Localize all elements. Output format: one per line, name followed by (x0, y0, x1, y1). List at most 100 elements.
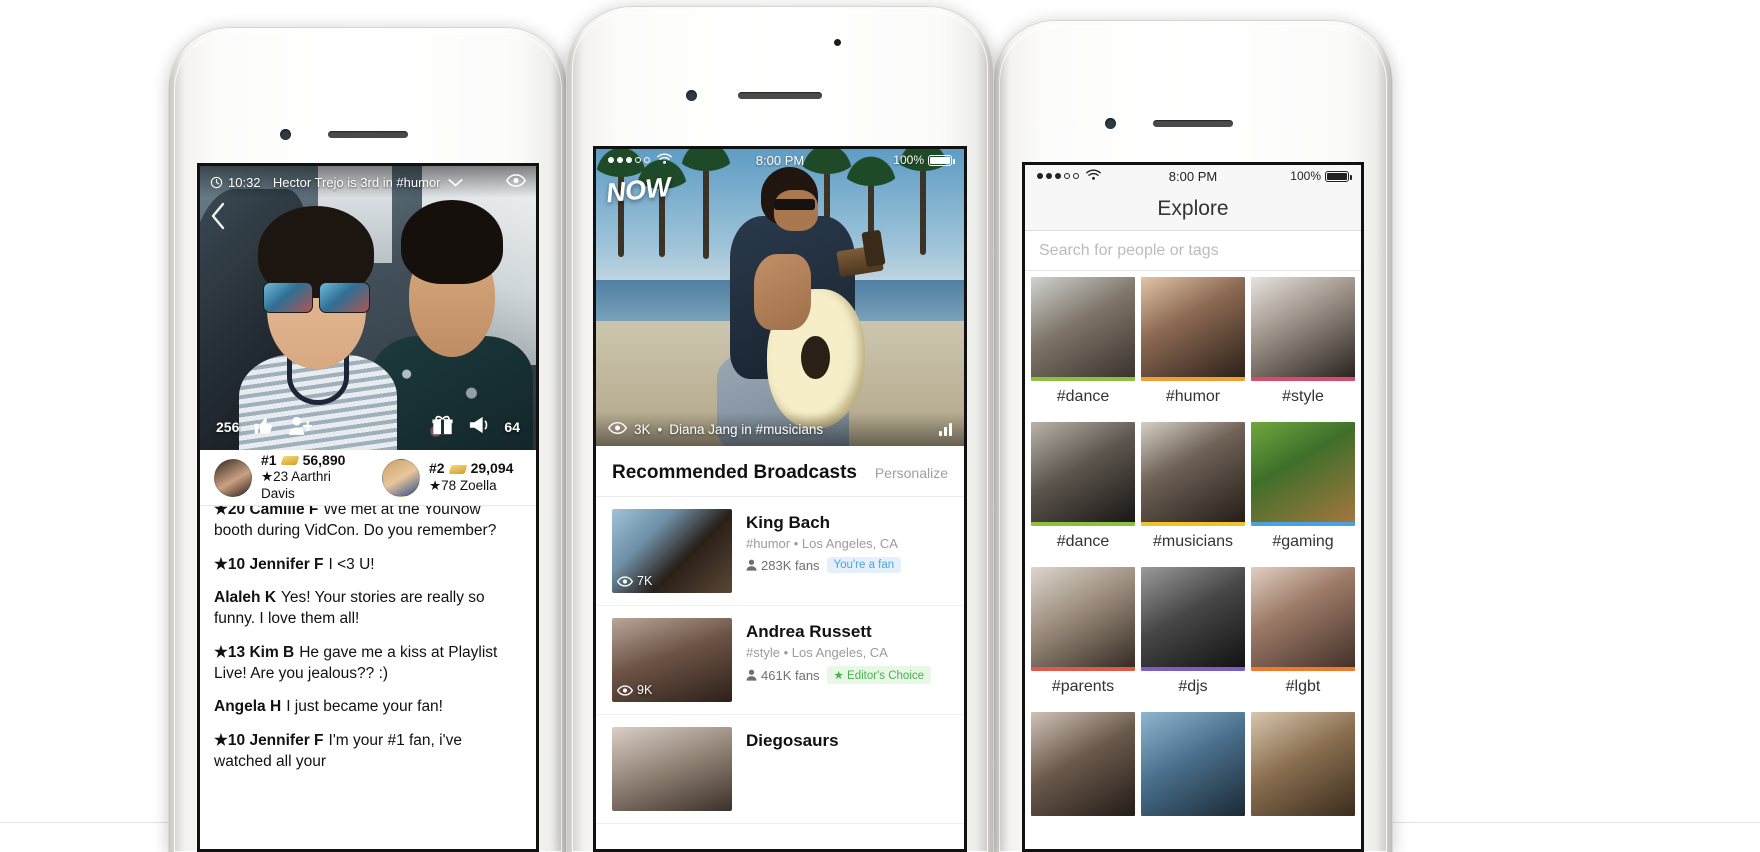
leaderboard-entry[interactable]: #1 56,890 ★23 Aarthri Davis (200, 452, 368, 503)
guitar-soundhole (801, 335, 830, 380)
fan-count: 461K fans (761, 667, 820, 683)
search-bar[interactable] (1025, 231, 1361, 271)
explore-tag-grid: #dance #humor #style #dance #musicians #… (1025, 271, 1361, 849)
clock-icon (210, 176, 223, 188)
live-broadcast-video[interactable]: 8:00 PM 100% NOW 3K • Diana Jang in #mus… (596, 149, 964, 446)
leaderboard-entry[interactable]: #2 29,094 ★78 Zoella (368, 458, 536, 497)
broadcast-row[interactable]: Diegosaurs (596, 715, 964, 824)
broadcast-row[interactable]: 9K Andrea Russett #style • Los Angeles, … (596, 606, 964, 715)
chat-message: ★13 Kim B He gave me a kiss at Playlist L… (214, 643, 522, 685)
explore-tag-cell[interactable]: #dance (1031, 277, 1135, 416)
chat-author: ★13 Kim B (214, 643, 295, 661)
leader-amount: 29,094 (470, 460, 514, 477)
explore-tag-cell[interactable]: #musicians (1141, 422, 1245, 561)
chat-feed[interactable]: ★20 Camille F We met at the YouNow booth … (200, 506, 536, 849)
explore-tag-cell[interactable]: #humor (1141, 277, 1245, 416)
leader-amount: 56,890 (302, 451, 346, 468)
broadcast-views: 7K (617, 574, 652, 588)
signal-bars-icon (939, 422, 952, 436)
explore-tag-label: #djs (1178, 678, 1208, 695)
megaphone-icon[interactable] (468, 415, 490, 439)
gift-icon[interactable] (431, 414, 454, 440)
explore-tag-label: #humor (1165, 388, 1221, 405)
explore-tag-cell[interactable]: #gaming (1251, 422, 1355, 561)
broadcast-caption: Diana Jang in #musicians (669, 421, 824, 437)
earpiece-speaker (738, 92, 822, 99)
section-title: Recommended Broadcasts (612, 462, 857, 483)
chat-message: ★10 Jennifer F I'm your #1 fan, i've watc… (214, 731, 522, 773)
explore-tag-cell[interactable] (1251, 712, 1355, 816)
explore-tag-label: #dance (1056, 533, 1110, 550)
phone-left: 10:32 Hector Trejo is 3rd in #humor 256 … (168, 27, 568, 852)
explore-tag-cell[interactable]: #style (1251, 277, 1355, 416)
video-background (200, 166, 536, 450)
broadcast-thumbnail: 7K (612, 509, 732, 593)
broadcast-thumbnail (612, 727, 732, 811)
eye-icon (617, 575, 633, 587)
leader-stars: ★23 (261, 469, 289, 485)
chat-author: ★20 Camille F (214, 506, 319, 518)
front-camera-icon (280, 129, 291, 140)
gold-bar-icon (448, 464, 468, 474)
caption-separator: • (657, 421, 663, 437)
chat-text: I <3 U! (328, 555, 375, 573)
eye-icon (617, 684, 633, 696)
explore-tag-cell[interactable] (1031, 712, 1135, 816)
recommended-header: Recommended Broadcasts Personalize (596, 446, 964, 497)
back-button[interactable] (210, 202, 226, 237)
personalize-button[interactable]: Personalize (875, 465, 948, 481)
share-count: 64 (504, 419, 520, 435)
broadcast-timer: 10:32 (210, 175, 261, 190)
explore-tag-label: #dance (1056, 388, 1110, 405)
leader-stars: ★78 (429, 477, 457, 493)
gold-bar-icon (280, 456, 300, 466)
earpiece-speaker (1153, 120, 1233, 127)
broadcast-views: 9K (617, 683, 652, 697)
chat-message: ★10 Jennifer FI <3 U! (214, 555, 522, 576)
chevron-down-icon[interactable] (448, 178, 463, 188)
live-action-bar: 256 64 (200, 410, 536, 444)
search-input[interactable] (1039, 241, 1347, 260)
status-time: 8:00 PM (1168, 168, 1218, 184)
broadcaster-name: Andrea Russett (746, 622, 872, 641)
explore-tag-cell[interactable]: #djs (1141, 567, 1245, 706)
front-camera-icon (686, 90, 697, 101)
status-badge: ★ Editor's Choice (826, 666, 932, 684)
person-icon (746, 559, 757, 571)
phone-right-screen: 8:00 PM 100% Explore #dance (1022, 162, 1364, 852)
add-person-icon[interactable] (288, 415, 313, 440)
person-icon (746, 669, 757, 681)
viewer-count: 3K (634, 421, 651, 437)
proximity-sensor-icon (834, 39, 841, 46)
explore-tag-label: #style (1282, 388, 1324, 405)
broadcast-row[interactable]: 7K King Bach #humor • Los Angeles, CA 28… (596, 497, 964, 606)
video-caption-bar: 3K • Diana Jang in #musicians (596, 412, 964, 446)
explore-tag-cell[interactable]: #parents (1031, 567, 1135, 706)
sunglasses-icon (774, 198, 815, 211)
ios-status-bar: 8:00 PM 100% (596, 149, 964, 171)
explore-tag-label: #lgbt (1285, 678, 1321, 695)
eye-icon (607, 421, 628, 437)
explore-tag-label: #gaming (1272, 533, 1334, 550)
explore-tag-label: #parents (1051, 678, 1115, 695)
explore-tag-cell[interactable] (1141, 712, 1245, 816)
thumbs-up-icon[interactable] (253, 415, 274, 440)
live-broadcast-video[interactable]: 10:32 Hector Trejo is 3rd in #humor 256 … (200, 166, 536, 450)
live-video-topbar: 10:32 Hector Trejo is 3rd in #humor (200, 166, 536, 198)
explore-tag-cell[interactable]: #lgbt (1251, 567, 1355, 706)
chat-author: Angela H (214, 698, 282, 716)
broadcaster-meta: #style • Los Angeles, CA (746, 645, 888, 660)
sunglasses-icon (262, 282, 370, 314)
broadcast-timer-value: 10:32 (228, 174, 261, 190)
ios-status-bar: 8:00 PM 100% (1025, 165, 1361, 187)
page-title: Explore (1157, 196, 1229, 220)
explore-tag-cell[interactable]: #dance (1031, 422, 1135, 561)
front-camera-icon (1105, 118, 1116, 129)
leaderboard: #1 56,890 ★23 Aarthri Davis #2 29,094 ★7… (200, 450, 536, 506)
palm-tree (596, 149, 651, 257)
broadcaster-name: King Bach (746, 513, 831, 532)
fan-count: 283K fans (761, 557, 820, 573)
avatar (382, 458, 420, 497)
chat-author: ★10 Jennifer F (214, 732, 324, 750)
phone-center: 8:00 PM 100% NOW 3K • Diana Jang in #mus… (566, 6, 994, 852)
